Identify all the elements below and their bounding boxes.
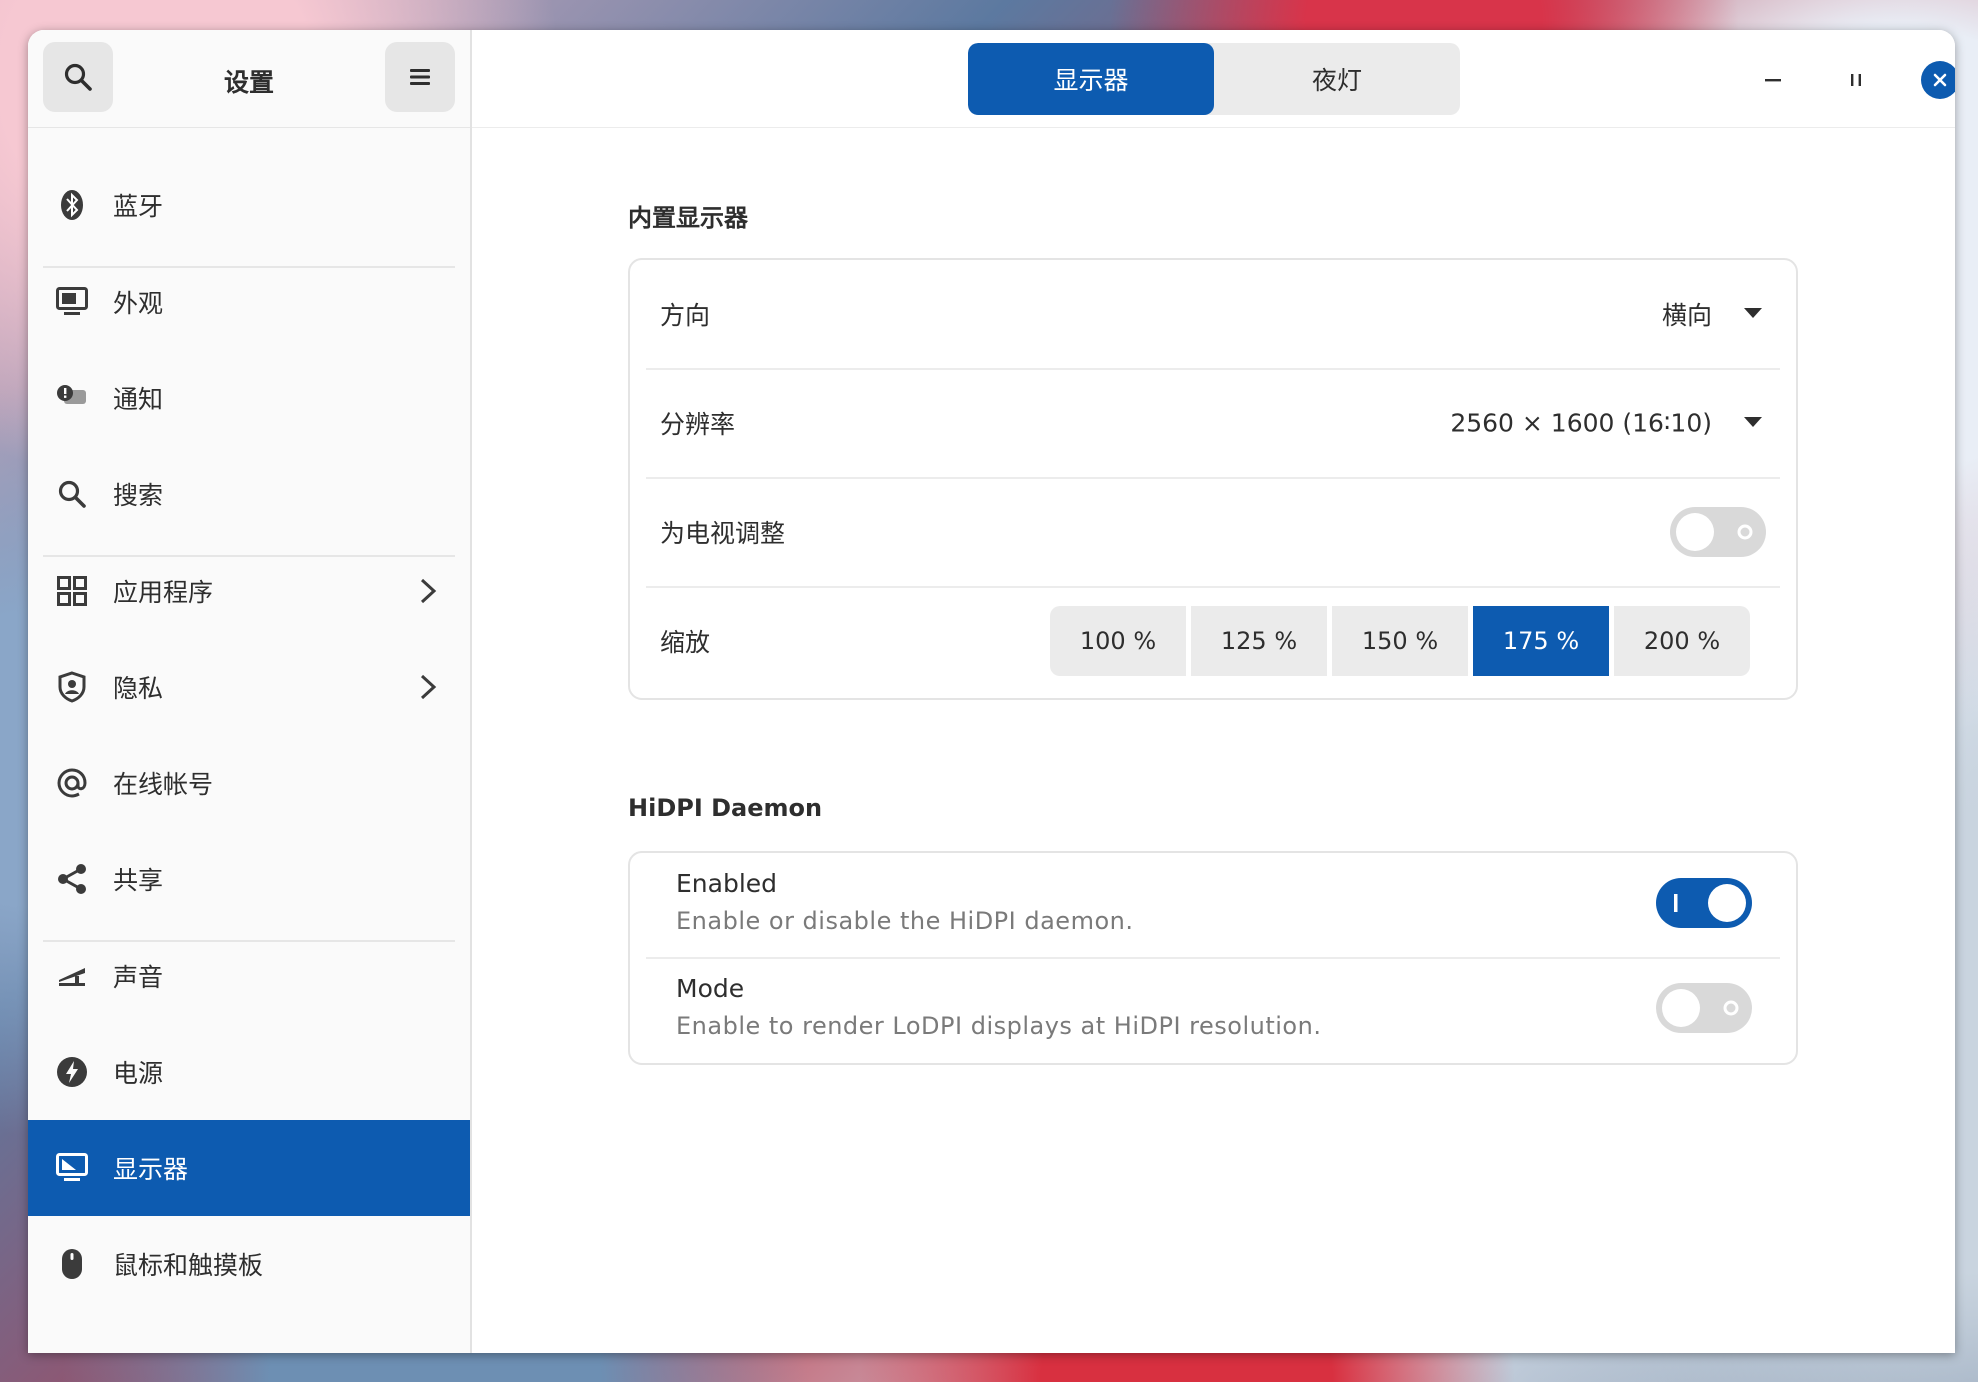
sidebar-item-search[interactable]: 搜索 xyxy=(28,446,470,542)
chevron-right-icon xyxy=(420,674,437,700)
toggle-knob xyxy=(1662,989,1700,1027)
tab-displays[interactable]: 显示器 xyxy=(968,43,1214,115)
section-title-hidpi: HiDPI Daemon xyxy=(628,794,823,822)
main-panel: 显示器 夜灯 内置显示器 方向 横向 分辨率 2560 × 1600 (16∶1… xyxy=(472,30,1955,1353)
hidpi-mode-row: Mode Enable to render LoDPI displays at … xyxy=(646,958,1780,1062)
hidpi-enabled-title: Enabled xyxy=(676,869,778,898)
hidpi-enabled-toggle[interactable] xyxy=(1656,878,1752,928)
toggle-on-icon xyxy=(1674,894,1678,912)
tv-adjust-row: 为电视调整 xyxy=(646,478,1780,586)
header-bar: 显示器 夜灯 xyxy=(472,30,1955,128)
scale-option-175[interactable]: 175 % xyxy=(1473,606,1609,676)
sidebar-item-label: 共享 xyxy=(113,866,164,895)
display-icon xyxy=(56,1152,88,1184)
share-icon xyxy=(56,863,88,895)
scale-option-200[interactable]: 200 % xyxy=(1614,606,1750,676)
section-title-builtin: 内置显示器 xyxy=(628,204,748,232)
sidebar-item-notifications[interactable]: 通知 xyxy=(28,350,470,446)
sidebar-item-label: 显示器 xyxy=(113,1155,189,1184)
hidpi-mode-toggle[interactable] xyxy=(1656,983,1752,1033)
menu-button[interactable] xyxy=(385,42,455,112)
sidebar-item-power[interactable]: 电源 xyxy=(28,1024,470,1120)
scale-row: 缩放 100 % 125 % 150 % 175 % 200 % xyxy=(646,587,1780,695)
sidebar-item-mouse[interactable]: 鼠标和触摸板 xyxy=(28,1216,470,1312)
orientation-value: 横向 xyxy=(1661,301,1712,330)
hidpi-enabled-subtitle: Enable or disable the HiDPI daemon. xyxy=(676,907,1134,935)
hamburger-icon xyxy=(410,69,430,85)
minimize-icon xyxy=(1765,79,1781,82)
close-button[interactable] xyxy=(1921,61,1955,99)
hidpi-mode-subtitle: Enable to render LoDPI displays at HiDPI… xyxy=(676,1012,1322,1040)
chevron-right-icon xyxy=(420,578,437,604)
mouse-icon xyxy=(56,1248,88,1280)
close-icon xyxy=(1933,73,1947,87)
resolution-value: 2560 × 1600 (16∶10) xyxy=(1450,408,1712,438)
sidebar-item-label: 声音 xyxy=(113,963,164,992)
orientation-label: 方向 xyxy=(660,301,711,330)
sidebar-item-bluetooth[interactable]: 蓝牙 xyxy=(28,157,470,253)
sidebar-item-label: 鼠标和触摸板 xyxy=(113,1251,264,1280)
sidebar-item-sound[interactable]: 声音 xyxy=(28,928,470,1024)
sidebar-item-label: 隐私 xyxy=(113,674,164,703)
hidpi-mode-title: Mode xyxy=(676,974,745,1003)
toggle-knob xyxy=(1708,884,1746,922)
scale-selector: 100 % 125 % 150 % 175 % 200 % xyxy=(1050,606,1750,676)
resolution-label: 分辨率 xyxy=(660,410,736,439)
scale-option-100[interactable]: 100 % xyxy=(1050,606,1186,676)
privacy-icon xyxy=(56,671,88,703)
apps-icon xyxy=(56,575,88,607)
dropdown-arrow-icon xyxy=(1744,308,1762,318)
sidebar-item-label: 电源 xyxy=(113,1059,164,1088)
bluetooth-icon xyxy=(56,189,88,221)
resolution-row[interactable]: 分辨率 2560 × 1600 (16∶10) xyxy=(646,369,1780,477)
notification-icon xyxy=(56,382,88,414)
sidebar-item-label: 在线帐号 xyxy=(113,770,214,799)
sidebar-nav: 网络 蓝牙 外观 通知 xyxy=(28,127,470,1353)
sidebar-item-apps[interactable]: 应用程序 xyxy=(28,543,470,639)
sidebar-item-sharing[interactable]: 共享 xyxy=(28,831,470,927)
sidebar-item-online-accounts[interactable]: 在线帐号 xyxy=(28,735,470,831)
sound-icon xyxy=(56,960,88,992)
minimize-button[interactable] xyxy=(1753,60,1793,100)
sidebar-item-privacy[interactable]: 隐私 xyxy=(28,639,470,735)
hidpi-enabled-row: Enabled Enable or disable the HiDPI daem… xyxy=(646,853,1780,957)
orientation-row[interactable]: 方向 横向 xyxy=(646,260,1780,368)
settings-window: 设置 网络 蓝牙 xyxy=(28,30,1955,1353)
search-icon xyxy=(56,478,88,510)
sidebar-item-label: 搜索 xyxy=(113,481,164,510)
toggle-off-icon xyxy=(1723,1000,1739,1016)
sidebar-item-label: 通知 xyxy=(113,385,164,414)
sidebar-item-label: 蓝牙 xyxy=(113,192,164,221)
toggle-knob xyxy=(1676,513,1714,551)
dropdown-arrow-icon xyxy=(1744,417,1762,427)
sidebar-item-label: 外观 xyxy=(113,289,164,318)
scale-option-150[interactable]: 150 % xyxy=(1332,606,1468,676)
sidebar-item-label: 应用程序 xyxy=(113,578,214,607)
tv-adjust-toggle[interactable] xyxy=(1670,507,1766,557)
hidpi-card: Enabled Enable or disable the HiDPI daem… xyxy=(628,851,1798,1065)
scale-option-125[interactable]: 125 % xyxy=(1191,606,1327,676)
maximize-button[interactable] xyxy=(1836,60,1876,100)
view-switcher: 显示器 夜灯 xyxy=(968,43,1460,115)
sidebar: 设置 网络 蓝牙 xyxy=(28,30,472,1353)
sidebar-item-network[interactable]: 网络 xyxy=(28,127,470,161)
tv-adjust-label: 为电视调整 xyxy=(660,519,786,548)
appearance-icon xyxy=(56,286,88,318)
maximize-icon xyxy=(1851,74,1861,86)
toggle-off-icon xyxy=(1737,524,1753,540)
at-icon xyxy=(56,767,88,799)
sidebar-item-appearance[interactable]: 外观 xyxy=(28,254,470,350)
sidebar-header: 设置 xyxy=(28,30,470,128)
scale-label: 缩放 xyxy=(660,628,711,657)
sidebar-item-displays[interactable]: 显示器 xyxy=(28,1120,470,1216)
power-icon xyxy=(56,1056,88,1088)
builtin-display-card: 方向 横向 分辨率 2560 × 1600 (16∶10) 为电视调整 缩放 1… xyxy=(628,258,1798,700)
tab-night-light[interactable]: 夜灯 xyxy=(1214,43,1460,115)
